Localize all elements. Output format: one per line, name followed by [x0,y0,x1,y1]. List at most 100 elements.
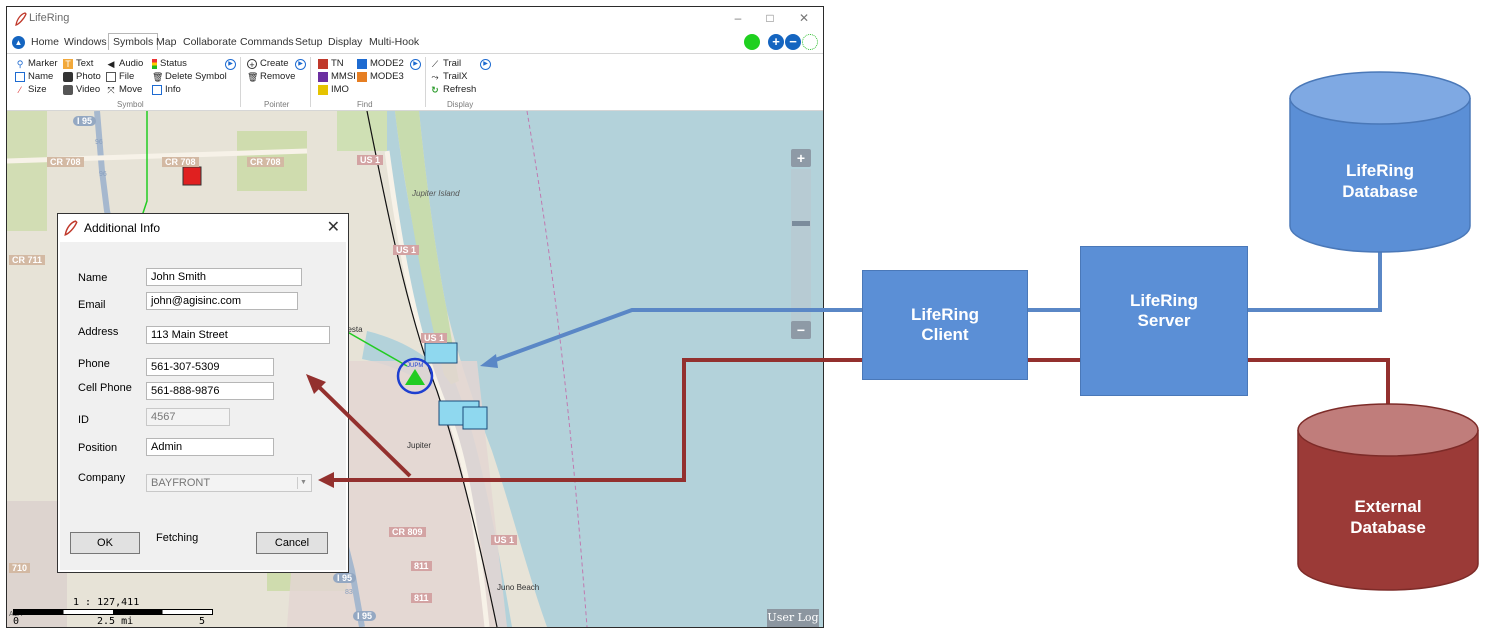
tab-map[interactable]: Map [156,36,176,48]
road-label: I 95 [353,611,377,621]
liferring-db-line1: LifeRing [1346,161,1414,180]
trail-button[interactable]: ⟋ Trail [430,58,461,69]
mode2-label: MODE2 [370,58,404,69]
map-zoom-out-button[interactable]: − [791,321,811,339]
ok-button[interactable]: OK [70,532,140,554]
size-button[interactable]: ⁄ Size [15,84,46,95]
company-value: BAYFRONT [151,477,211,489]
mode2-icon [357,58,367,69]
scale-ratio: 1 : 127,411 [73,597,140,608]
text-button[interactable]: T Text [63,58,93,69]
tab-multi-hook[interactable]: Multi-Hook [369,36,419,48]
video-icon [63,84,73,95]
symbol-launcher-icon[interactable]: ▶ [225,59,236,70]
status-button[interactable]: Status [152,58,187,69]
liferring-logo-icon [64,220,78,236]
find-tn-button[interactable]: TN [318,58,344,69]
minimize-button[interactable]: – [727,11,749,25]
connection-status-icon [744,34,760,50]
remove-pointer-button[interactable]: 🗑 Remove [247,71,295,82]
scale-tick: 5 mi [199,616,206,627]
liferring-window: LifeRing – □ ✕ ▲ Home Windows Symbols Ma… [6,6,824,628]
info-icon [152,84,162,95]
photo-button[interactable]: Photo [63,71,101,82]
dialog-close-icon[interactable]: ✕ [327,217,340,237]
tn-icon [318,58,328,69]
info-button[interactable]: Info [152,84,181,95]
gps-status-icon[interactable] [802,34,818,50]
find-launcher-icon[interactable]: ▶ [410,59,421,70]
trailx-label: TrailX [443,71,468,82]
position-field[interactable]: Admin [146,438,274,456]
file-label: File [119,71,135,82]
name-button[interactable]: Name [15,71,53,82]
display-launcher-icon[interactable]: ▶ [480,59,491,70]
trail-icon: ⟋ [431,58,439,69]
group-divider [240,57,241,107]
file-button[interactable]: File [106,71,134,82]
group-marker[interactable] [462,406,488,430]
zoom-out-status-icon[interactable]: − [785,34,801,50]
marker-button[interactable]: ⚲ Marker [15,58,58,69]
collapse-ribbon-icon[interactable]: ▲ [12,36,25,49]
status-symbol[interactable] [182,166,202,186]
group-divider [425,57,426,107]
delete-symbol-button[interactable]: 🗑 Delete Symbol [152,71,227,82]
tab-home[interactable]: Home [31,36,59,48]
create-pointer-button[interactable]: + Create [247,58,289,70]
refresh-icon: ↻ [431,84,439,95]
tab-commands[interactable]: Commands [240,36,294,48]
trailx-button[interactable]: ⤳ TrailX [430,71,467,82]
address-field[interactable]: 113 Main Street [146,326,330,344]
liferring-client-box: LifeRing Client [862,270,1028,380]
chevron-down-icon[interactable]: ▼ [297,477,309,489]
maximize-button[interactable]: □ [759,11,781,25]
display-group-label: Display [447,100,474,109]
find-imo-button[interactable]: IMO [318,84,349,95]
user-log-button[interactable]: User Log [767,609,819,627]
name-field[interactable]: John Smith [146,268,302,286]
camera-icon [63,71,73,82]
refresh-button[interactable]: ↻ Refresh [430,84,476,95]
move-button[interactable]: ⤧ Move [106,84,142,95]
tab-collaborate[interactable]: Collaborate [183,36,237,48]
tab-symbols[interactable]: Symbols [108,33,159,50]
scale-tick: 0 [13,616,20,627]
tab-setup[interactable]: Setup [295,36,322,48]
close-button[interactable]: ✕ [793,11,815,25]
zoom-slider-track[interactable] [791,169,811,323]
pointer-launcher-icon[interactable]: ▶ [295,59,306,70]
position-label: Position [78,442,118,454]
zoom-slider-thumb[interactable] [792,221,810,226]
audio-button[interactable]: ◀ Audio [106,58,144,69]
cancel-button[interactable]: Cancel [256,532,328,554]
map-zoom-in-button[interactable]: + [791,149,811,167]
liferring-database-label: LifeRing Database [1310,160,1450,203]
company-select[interactable]: BAYFRONT ▼ [146,474,312,492]
road-label: CR 708 [247,157,284,167]
name-label: Name [78,272,108,284]
road-label: 811 [411,593,432,603]
find-mmsi-button[interactable]: MMSI [318,71,356,82]
phone-field[interactable]: 561-307-5309 [146,358,274,376]
road-label: US 1 [393,245,420,255]
road-label: CR 708 [162,157,199,167]
info-marker[interactable] [424,342,458,364]
window-title: LifeRing [29,12,70,24]
tab-display[interactable]: Display [328,36,362,48]
info-label: Info [165,84,181,95]
place-label: Jupiter Island [412,189,460,198]
email-label: Email [78,299,106,311]
find-mode2-button[interactable]: MODE2 [357,58,404,69]
road-label: 710 [9,563,31,573]
audio-label: Audio [119,58,144,69]
video-button[interactable]: Video [63,84,100,95]
email-field[interactable]: john@agisinc.com [146,292,298,310]
find-mode3-button[interactable]: MODE3 [357,71,404,82]
tab-windows[interactable]: Windows [64,36,107,48]
liferring-database-top [1289,71,1471,125]
zoom-in-status-icon[interactable]: + [768,34,784,50]
text-label: Text [76,58,94,69]
cell-phone-field[interactable]: 561-888-9876 [146,382,274,400]
road-number: 96 [99,171,107,178]
